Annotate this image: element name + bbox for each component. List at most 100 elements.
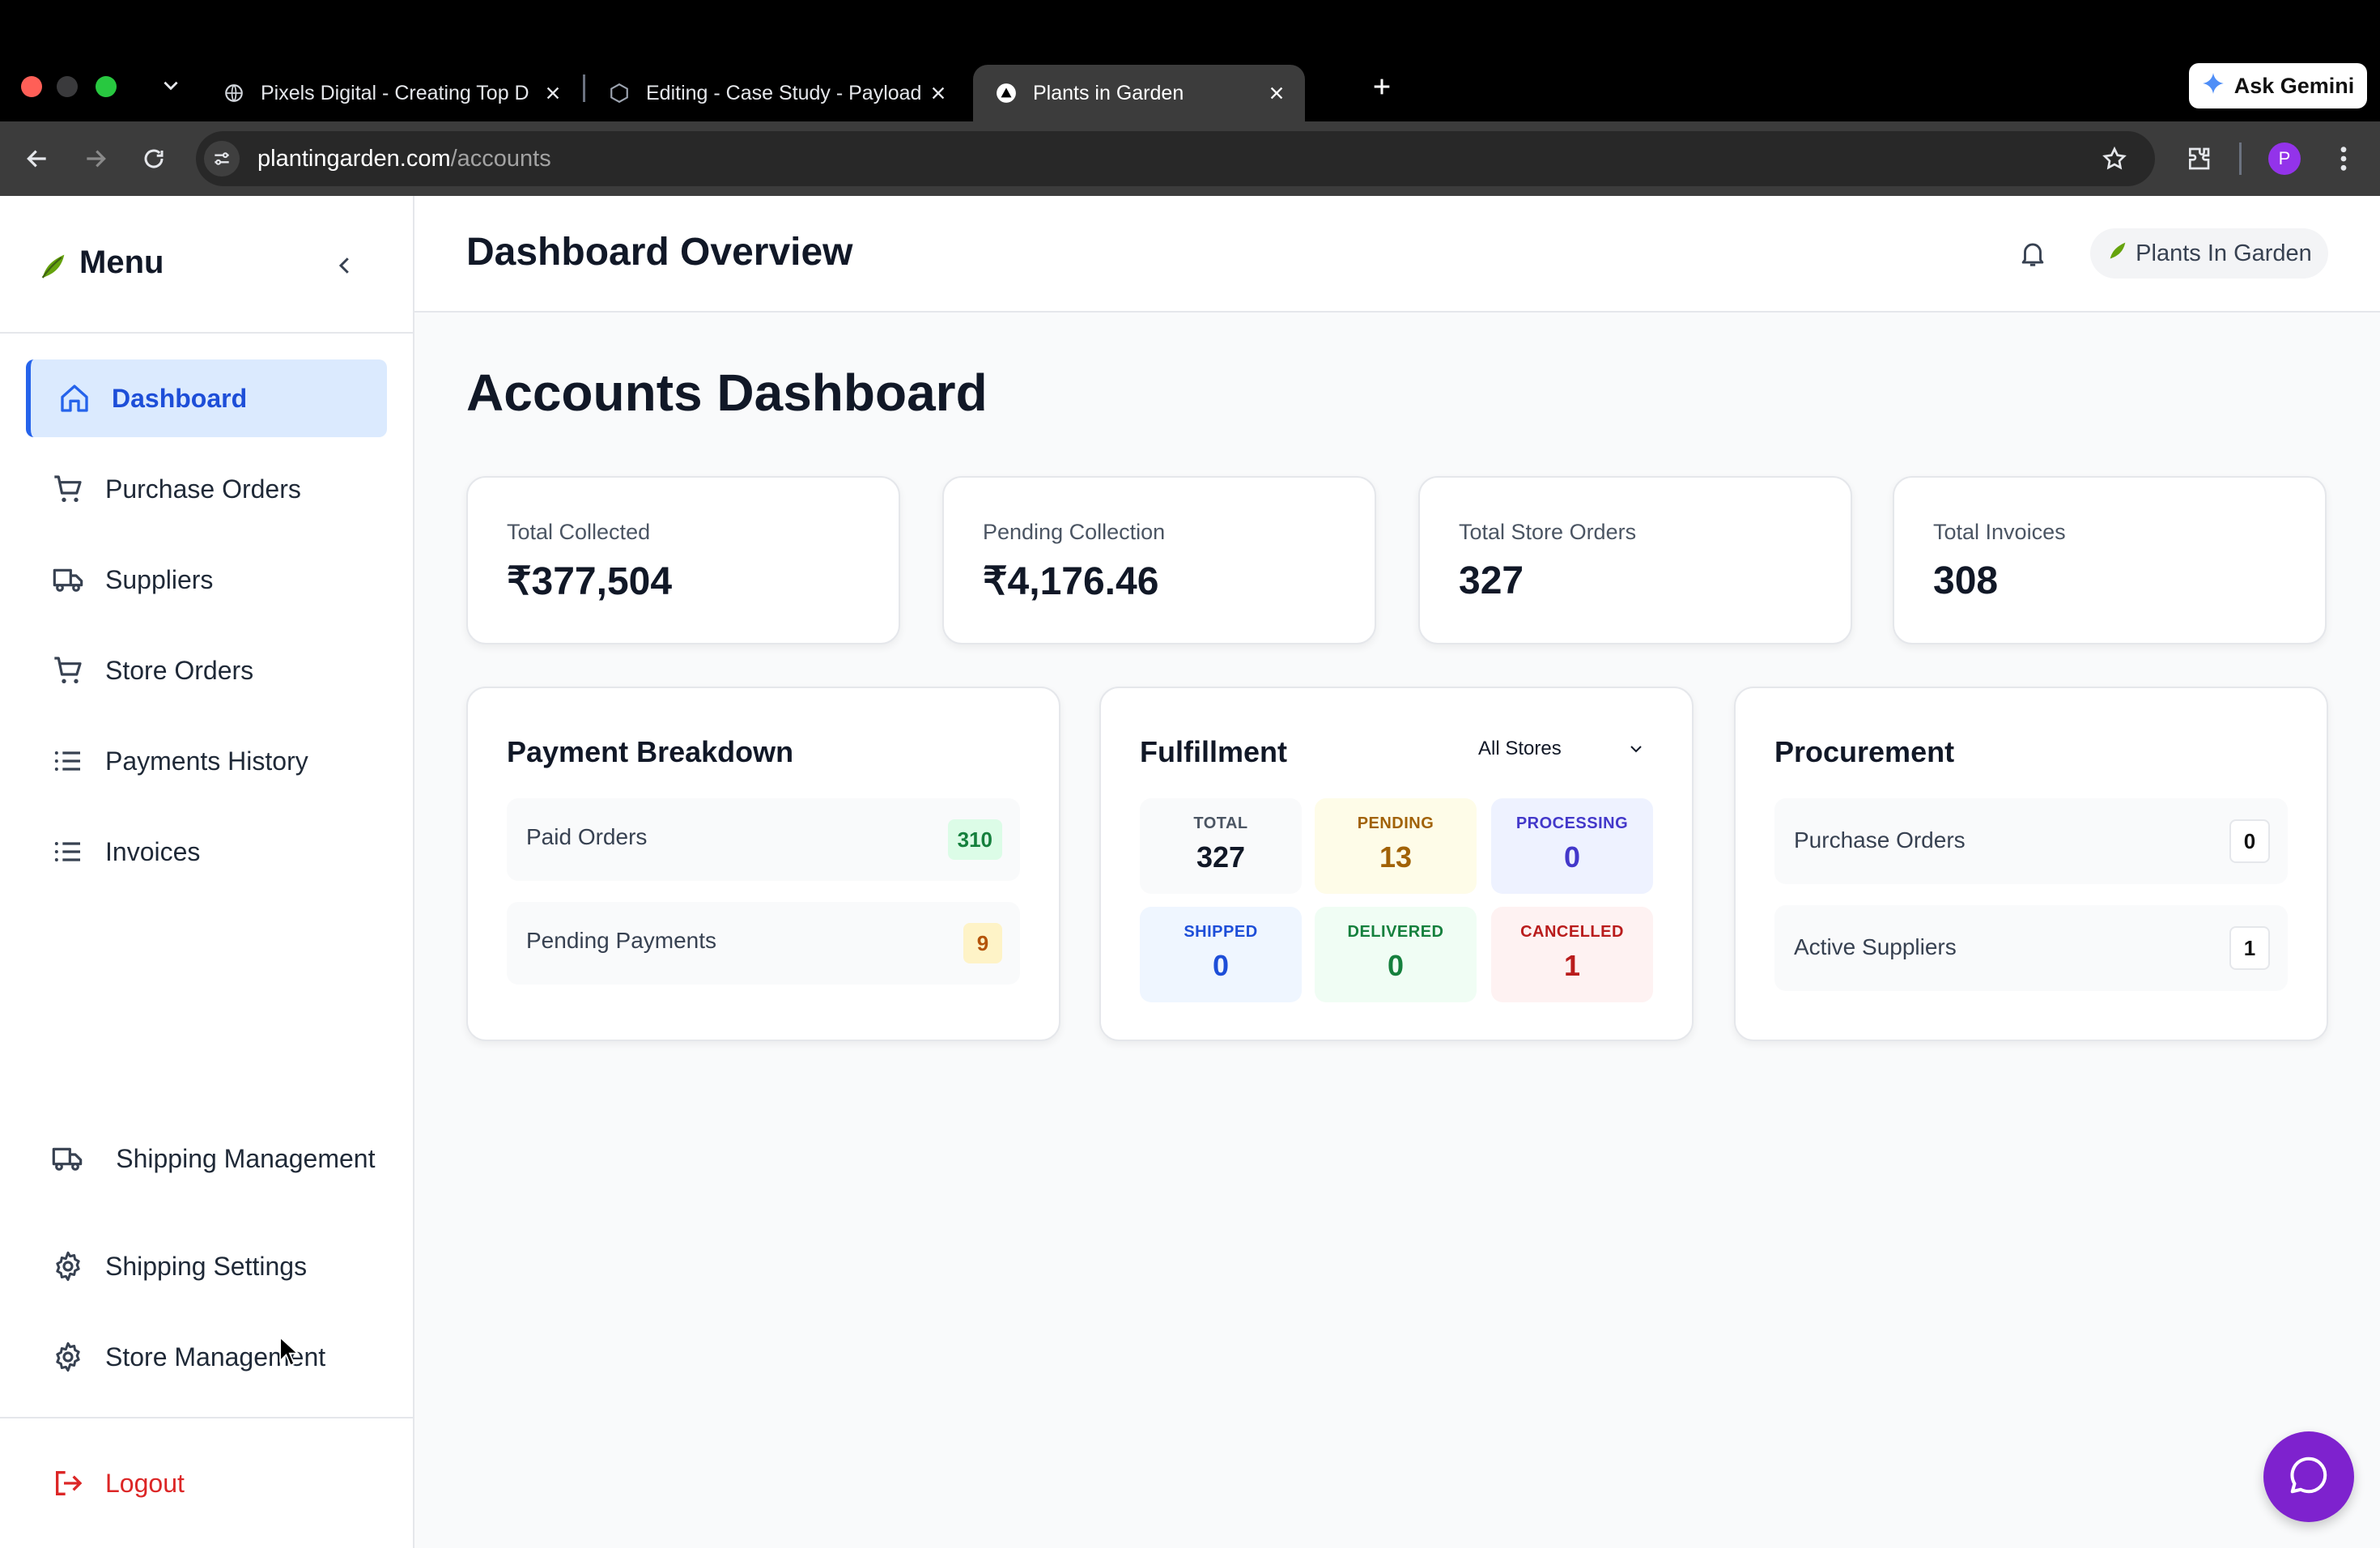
dashboard-title: Accounts Dashboard [466,364,988,422]
browser-tab-active[interactable]: Plants in Garden [973,65,1305,121]
list-icon [50,743,86,779]
url-text: plantingarden.com/accounts [257,146,551,172]
tab-title: Editing - Case Study - Payload [646,81,921,104]
url-host: plantingarden.com [257,145,451,172]
stat-card-total-store-orders: Total Store Orders 327 [1418,476,1852,644]
count-badge: 9 [963,923,1002,963]
paid-orders-row: Paid Orders 310 [507,798,1020,881]
stat-card-total-invoices: Total Invoices 308 [1893,476,2327,644]
tile-label: PENDING [1357,814,1434,832]
browser-menu-kebab-icon[interactable] [2323,138,2364,180]
stat-value: 327 [1459,559,1524,602]
toolbar-divider [2239,142,2242,175]
leaf-icon [2106,239,2129,268]
sidebar-item-invoices[interactable]: Invoices [26,813,387,891]
extensions-icon[interactable] [2178,138,2220,180]
chevron-down-icon [1624,737,1648,761]
gemini-sparkle-icon [2202,72,2225,100]
payment-breakdown-panel: Payment Breakdown Paid Orders 310 Pendin… [466,687,1060,1041]
fulfillment-tile-total: TOTAL 327 [1140,798,1302,894]
stat-label: Pending Collection [983,520,1166,544]
browser-tab[interactable]: Editing - Case Study - Payload [586,65,967,121]
count-badge: 1 [2229,926,2270,970]
sidebar-item-dashboard[interactable]: Dashboard [26,359,387,437]
sidebar-item-shipping-management[interactable] [26,198,387,287]
window-minimize-button[interactable] [57,76,78,97]
store-filter-select[interactable]: All Stores [1478,735,1648,763]
page-title: Dashboard Overview [466,231,853,274]
back-arrow-icon[interactable] [19,141,55,176]
home-icon [57,381,92,416]
stat-label: Total Collected [507,520,651,544]
browser-tab[interactable]: Pixels Digital - Creating Top D [201,65,581,121]
ask-gemini-button[interactable]: Ask Gemini [2189,63,2367,108]
tile-label: SHIPPED [1184,923,1258,941]
row-label: Pending Payments [526,928,717,953]
tab-search-chevron-icon[interactable] [159,73,183,97]
sidebar: Menu Dashboard Purchase Orders Suppliers… [0,196,414,1548]
sidebar-item-label: Payments History [105,746,308,776]
tab-close-icon[interactable] [541,81,565,105]
chat-support-button[interactable] [2263,1431,2354,1522]
sidebar-item-label: Store Orders [105,655,254,685]
browser-toolbar: plantingarden.com/accounts P [0,121,2380,196]
address-bar[interactable]: plantingarden.com/accounts [196,131,2155,186]
row-label: Active Suppliers [1794,934,1957,959]
sidebar-item-store-orders[interactable]: Store Orders [26,632,387,709]
url-path: /accounts [450,145,551,172]
sidebar-item-label: Invoices [105,836,201,866]
tab-close-icon[interactable] [1264,81,1289,105]
ask-gemini-label: Ask Gemini [2233,73,2355,98]
tile-value: 13 [1379,840,1413,874]
chat-bubble-icon [2287,1453,2331,1501]
logout-button[interactable]: Logout [26,1451,185,1516]
purchase-orders-row: Purchase Orders 0 [1774,798,2288,884]
tab-close-icon[interactable] [926,81,950,105]
reload-icon[interactable] [136,141,172,176]
panel-title: Payment Breakdown [507,735,794,768]
sidebar-item-shipping-settings[interactable]: Shipping Settings [26,1227,387,1305]
site-settings-icon[interactable] [204,141,240,176]
tile-value: 1 [1563,949,1581,982]
sidebar-item-purchase-orders[interactable]: Purchase Orders [26,450,387,528]
count-badge: 0 [2229,819,2270,863]
tab-title: Pixels Digital - Creating Top D [261,81,529,104]
fulfillment-panel: Fulfillment All Stores TOTAL 327 PENDING… [1099,687,1694,1041]
logout-label: Logout [105,1468,185,1498]
browser-tab-bar: Pixels Digital - Creating Top D Editing … [0,0,2380,121]
gear-icon [50,1248,86,1284]
fulfillment-tile-shipped: SHIPPED 0 [1140,907,1302,1002]
sidebar-item-store-management[interactable]: Store Management [26,1318,387,1396]
fulfillment-tile-pending: PENDING 13 [1315,798,1477,894]
tile-label: CANCELLED [1520,923,1624,941]
sidebar-item-label: Dashboard [112,383,248,413]
panel-title: Fulfillment [1140,735,1287,768]
sidebar-item-payments-history[interactable]: Payments History [26,722,387,800]
bookmark-star-icon[interactable] [2098,142,2131,175]
store-filter-value: All Stores [1478,738,1562,759]
mouse-cursor-icon [279,1336,300,1367]
payload-logo-icon [609,83,630,104]
sidebar-item-suppliers[interactable]: Suppliers [26,541,387,619]
active-suppliers-row: Active Suppliers 1 [1774,905,2288,991]
notification-bell-icon[interactable] [2012,233,2053,274]
list-icon [50,834,86,870]
truck-icon [50,562,86,598]
tile-value: 0 [1212,949,1230,982]
gear-icon [50,1339,86,1375]
logout-icon [50,1465,86,1501]
tile-value: 327 [1196,840,1246,874]
stat-label: Total Invoices [1933,520,2066,544]
profile-avatar[interactable]: P [2263,138,2306,180]
window-close-button[interactable] [21,76,42,97]
fulfillment-tile-delivered: DELIVERED 0 [1315,907,1477,1002]
sidebar-footer: Logout [0,1417,413,1548]
row-label: Purchase Orders [1794,827,1966,853]
new-tab-icon[interactable] [1368,73,1396,100]
tile-value: 0 [1563,840,1581,874]
store-selector-chip[interactable]: Plants In Garden [2090,228,2328,279]
forward-arrow-icon[interactable] [78,141,113,176]
cart-icon [50,653,86,688]
window-maximize-button[interactable] [96,76,117,97]
sidebar-item-label: Shipping Settings [105,1251,308,1281]
